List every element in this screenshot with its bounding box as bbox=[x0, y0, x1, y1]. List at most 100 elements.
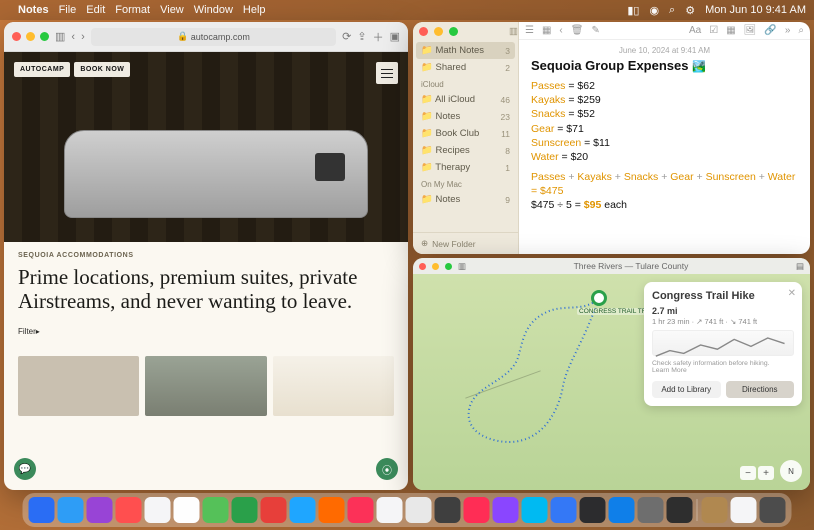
dock-app[interactable] bbox=[702, 497, 728, 523]
search-icon[interactable]: ⌕ bbox=[669, 4, 675, 17]
link-icon[interactable]: 🔗 bbox=[764, 25, 776, 36]
trailhead-pin[interactable] bbox=[591, 290, 607, 306]
sidebar-item[interactable]: 📁 All iCloud46 bbox=[413, 91, 518, 108]
dock-app[interactable] bbox=[406, 497, 432, 523]
brand-logo[interactable]: AUTOCAMP bbox=[14, 62, 70, 77]
dock-app[interactable] bbox=[232, 497, 258, 523]
sidebar-item[interactable]: 📁 Recipes8 bbox=[413, 142, 518, 159]
battery-icon[interactable]: ▮▯ bbox=[627, 4, 639, 17]
sidebar-item[interactable]: 📁 Therapy1 bbox=[413, 159, 518, 176]
menu-edit[interactable]: Edit bbox=[86, 4, 105, 16]
sidebar-item[interactable]: 📁 Notes9 bbox=[413, 191, 518, 208]
dock-app[interactable] bbox=[116, 497, 142, 523]
wifi-icon[interactable]: ◉ bbox=[649, 4, 659, 17]
close-icon[interactable] bbox=[12, 32, 21, 41]
zoom-in-button[interactable]: + bbox=[758, 466, 774, 480]
zoom-icon[interactable] bbox=[40, 32, 49, 41]
sidebar-icon[interactable]: ▥ bbox=[55, 30, 65, 43]
dock-app[interactable] bbox=[464, 497, 490, 523]
dock-app[interactable] bbox=[261, 497, 287, 523]
accommodation-thumb[interactable] bbox=[145, 356, 266, 416]
learn-more-link[interactable]: Learn More bbox=[652, 367, 687, 374]
map-canvas[interactable]: CONGRESS TRAIL TRAILHEAD ✕ Congress Trai… bbox=[413, 274, 810, 490]
note-editor[interactable]: June 10, 2024 at 9:41 AM Sequoia Group E… bbox=[519, 40, 810, 219]
hero-image: AUTOCAMP BOOK NOW bbox=[4, 52, 408, 242]
close-icon[interactable] bbox=[419, 27, 428, 36]
close-icon[interactable]: ✕ bbox=[788, 288, 796, 299]
sidebar-item[interactable]: 📁 Notes23 bbox=[413, 108, 518, 125]
dock-app[interactable] bbox=[290, 497, 316, 523]
zoom-icon[interactable] bbox=[445, 263, 452, 270]
dock-app[interactable] bbox=[87, 497, 113, 523]
new-tab-icon[interactable]: ＋ bbox=[373, 29, 384, 45]
menu-format[interactable]: Format bbox=[115, 4, 150, 16]
folder-icon: 📁 bbox=[421, 62, 433, 73]
dock-app[interactable] bbox=[29, 497, 55, 523]
sidebar-item[interactable]: 📁 Shared2 bbox=[413, 59, 518, 76]
minimize-icon[interactable] bbox=[432, 263, 439, 270]
sidebar-item[interactable]: 📁 Book Club11 bbox=[413, 125, 518, 142]
dock-app[interactable] bbox=[760, 497, 786, 523]
media-icon[interactable]: 🖼 bbox=[744, 25, 757, 36]
reload-icon[interactable]: ⟳ bbox=[342, 30, 351, 43]
back-icon[interactable]: ‹ bbox=[559, 25, 562, 36]
dock-app[interactable] bbox=[493, 497, 519, 523]
dock-app[interactable] bbox=[377, 497, 403, 523]
back-icon[interactable]: ‹ bbox=[71, 31, 75, 43]
hamburger-icon[interactable] bbox=[376, 62, 398, 84]
forward-icon[interactable]: › bbox=[81, 31, 85, 43]
dock-app[interactable] bbox=[174, 497, 200, 523]
dock-app[interactable] bbox=[667, 497, 693, 523]
dock-app[interactable] bbox=[348, 497, 374, 523]
more-icon[interactable]: » bbox=[785, 25, 791, 36]
compose-icon[interactable]: ✎ bbox=[591, 25, 599, 36]
compass-icon[interactable]: N bbox=[780, 460, 802, 482]
delete-icon[interactable]: 🗑 bbox=[571, 25, 584, 36]
dock-app[interactable] bbox=[58, 497, 84, 523]
map-mode-icon[interactable]: ▤ bbox=[796, 261, 804, 272]
dock-app[interactable] bbox=[580, 497, 606, 523]
app-menu[interactable]: Notes bbox=[18, 4, 49, 16]
dock-app[interactable] bbox=[609, 497, 635, 523]
clock[interactable]: Mon Jun 10 9:41 AM bbox=[705, 4, 806, 16]
dock-app[interactable] bbox=[145, 497, 171, 523]
dock-app[interactable] bbox=[551, 497, 577, 523]
accommodation-thumb[interactable] bbox=[273, 356, 394, 416]
dock-app[interactable] bbox=[319, 497, 345, 523]
grid-view-icon[interactable]: ▦ bbox=[542, 25, 551, 36]
zoom-icon[interactable] bbox=[449, 27, 458, 36]
close-icon[interactable] bbox=[419, 263, 426, 270]
chat-icon[interactable]: 💬 bbox=[14, 458, 36, 480]
sidebar-item[interactable]: 📁 Math Notes3 bbox=[416, 42, 515, 59]
directions-button[interactable]: Directions bbox=[726, 381, 795, 398]
new-folder-button[interactable]: ⊕New Folder bbox=[413, 232, 518, 254]
menu-help[interactable]: Help bbox=[243, 4, 266, 16]
address-bar[interactable]: 🔒 autocamp.com bbox=[91, 28, 336, 46]
sidebar-toggle-icon[interactable]: ▥ bbox=[509, 26, 518, 37]
dock-app[interactable] bbox=[203, 497, 229, 523]
book-now-button[interactable]: BOOK NOW bbox=[74, 62, 130, 77]
control-center-icon[interactable]: ⚙︎ bbox=[685, 4, 695, 17]
list-view-icon[interactable]: ☰ bbox=[525, 25, 534, 36]
tabs-icon[interactable]: ▣ bbox=[390, 30, 400, 43]
add-to-library-button[interactable]: Add to Library bbox=[652, 381, 721, 398]
format-icon[interactable]: Aa bbox=[689, 25, 701, 36]
table-icon[interactable]: ▦ bbox=[726, 25, 735, 36]
menu-window[interactable]: Window bbox=[194, 4, 233, 16]
search-icon[interactable]: ⌕ bbox=[798, 25, 804, 36]
menu-file[interactable]: File bbox=[59, 4, 77, 16]
minimize-icon[interactable] bbox=[26, 32, 35, 41]
dock-app[interactable] bbox=[731, 497, 757, 523]
accessibility-icon[interactable]: ⦿ bbox=[376, 458, 398, 480]
dock-app[interactable] bbox=[435, 497, 461, 523]
dock-app[interactable] bbox=[638, 497, 664, 523]
accommodation-thumb[interactable] bbox=[18, 356, 139, 416]
zoom-out-button[interactable]: − bbox=[740, 466, 756, 480]
sidebar-icon[interactable]: ▥ bbox=[458, 261, 466, 272]
share-icon[interactable]: ⇪ bbox=[357, 30, 366, 43]
minimize-icon[interactable] bbox=[434, 27, 443, 36]
checklist-icon[interactable]: ☑ bbox=[709, 25, 718, 36]
dock-app[interactable] bbox=[522, 497, 548, 523]
filter-button[interactable]: Filter▸ bbox=[18, 327, 394, 336]
menu-view[interactable]: View bbox=[160, 4, 184, 16]
